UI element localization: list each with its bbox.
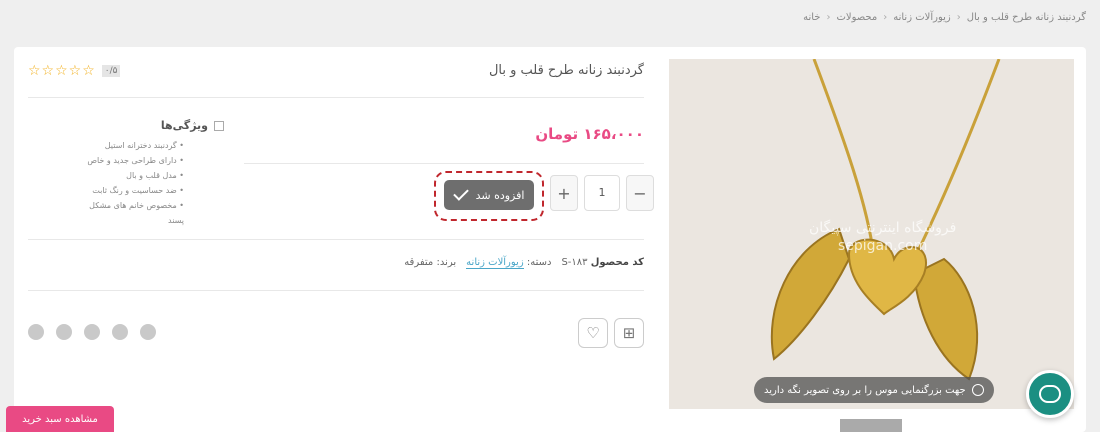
features-list: گردنبند دخترانه استیل دارای طراحی جدید و… — [74, 138, 224, 228]
feature-item: ضد حساسیت و رنگ ثابت — [74, 183, 184, 198]
divider — [244, 163, 644, 164]
check-icon — [452, 185, 469, 201]
compare-button[interactable]: ⊞ — [614, 318, 644, 348]
breadcrumb-separator: ‹ — [956, 12, 961, 23]
divider — [28, 239, 644, 240]
wishlist-button[interactable]: ♡ — [578, 318, 608, 348]
features-box: ویژگی‌ها گردنبند دخترانه استیل دارای طرا… — [74, 119, 224, 228]
zoom-icon — [971, 384, 984, 396]
brand-label: برند: — [436, 257, 457, 268]
divider — [28, 290, 644, 291]
decrease-quantity-button[interactable]: − — [626, 175, 654, 211]
watermark-line-1: فروشگاه اینترنتی سپیگان — [809, 220, 957, 236]
sku-row: کد محصول S-۱۸۳ — [561, 257, 644, 268]
image-watermark: فروشگاه اینترنتی سپیگان sepigan.com — [809, 219, 956, 255]
breadcrumb-current: گردنبند زنانه طرح قلب و بال — [966, 12, 1086, 23]
category-row: دسته: زیورآلات زنانه — [466, 257, 552, 269]
increase-quantity-button[interactable]: + — [550, 175, 578, 211]
added-to-cart-button[interactable]: افزوده شد — [444, 180, 534, 210]
telegram-icon[interactable] — [140, 324, 156, 340]
image-thumbnail[interactable] — [840, 419, 902, 432]
compare-icon: ⊞ — [622, 324, 636, 342]
added-button-label: افزوده شد — [475, 188, 525, 202]
product-price: ۱۶۵،۰۰۰ تومان — [535, 125, 644, 143]
feature-item: دارای طراحی جدید و خاص — [74, 153, 184, 168]
product-card: فروشگاه اینترنتی سپیگان sepigan.com جهت … — [14, 47, 1086, 432]
watermark-line-2: sepigan.com — [837, 238, 928, 254]
breadcrumb-products[interactable]: محصولات — [836, 12, 877, 23]
brand-row: برند: متفرقه — [404, 257, 456, 268]
whatsapp-icon[interactable] — [56, 324, 72, 340]
quantity-input[interactable]: 1 — [584, 175, 620, 211]
brand-value: متفرقه — [404, 257, 434, 268]
share-icons — [28, 324, 156, 340]
product-meta: کد محصول S-۱۸۳ دسته: زیورآلات زنانه برند… — [404, 257, 644, 269]
chat-icon — [1039, 385, 1061, 403]
rating-stars[interactable]: ☆☆☆☆☆ — [28, 63, 96, 79]
feature-item: مخصوص خانم های مشکل پسند — [74, 198, 184, 228]
feature-item: مدل قلب و بال — [74, 168, 184, 183]
product-image[interactable]: فروشگاه اینترنتی سپیگان sepigan.com جهت … — [669, 59, 1074, 409]
heart-icon: ♡ — [586, 324, 600, 342]
zoom-hint-text: جهت بزرگنمایی موس را بر روی تصویر نگه دا… — [764, 384, 966, 396]
category-link[interactable]: زیورآلات زنانه — [466, 257, 524, 269]
chat-button[interactable] — [1026, 370, 1074, 418]
features-header: ویژگی‌ها — [74, 119, 224, 132]
breadcrumb-separator: ‹ — [883, 12, 888, 23]
breadcrumb-category[interactable]: زیورآلات زنانه — [893, 12, 951, 23]
divider — [28, 97, 644, 98]
zoom-hint: جهت بزرگنمایی موس را بر روی تصویر نگه دا… — [754, 377, 994, 403]
product-title: گردنبند زنانه طرح قلب و بال — [488, 63, 644, 78]
sku-label: کد محصول — [590, 257, 644, 268]
pinterest-icon[interactable] — [28, 324, 44, 340]
feature-item: گردنبند دخترانه استیل — [74, 138, 184, 153]
breadcrumb: خانه ‹ محصولات ‹ زیورآلات زنانه ‹ گردنبن… — [803, 12, 1086, 23]
breadcrumb-separator: ‹ — [826, 12, 831, 23]
facebook-icon[interactable] — [112, 324, 128, 340]
rating-badge: ۰/۵ — [101, 65, 121, 77]
rating: ☆☆☆☆☆ ۰/۵ — [28, 63, 121, 79]
twitter-icon[interactable] — [84, 324, 100, 340]
view-cart-button[interactable]: مشاهده سبد خرید — [6, 406, 114, 432]
quantity-value: 1 — [598, 186, 606, 199]
features-title: ویژگی‌ها — [160, 119, 208, 132]
sku-value: S-۱۸۳ — [561, 257, 588, 268]
features-checkbox-icon — [214, 120, 224, 131]
breadcrumb-home[interactable]: خانه — [803, 12, 820, 23]
category-label: دسته: — [526, 257, 552, 268]
